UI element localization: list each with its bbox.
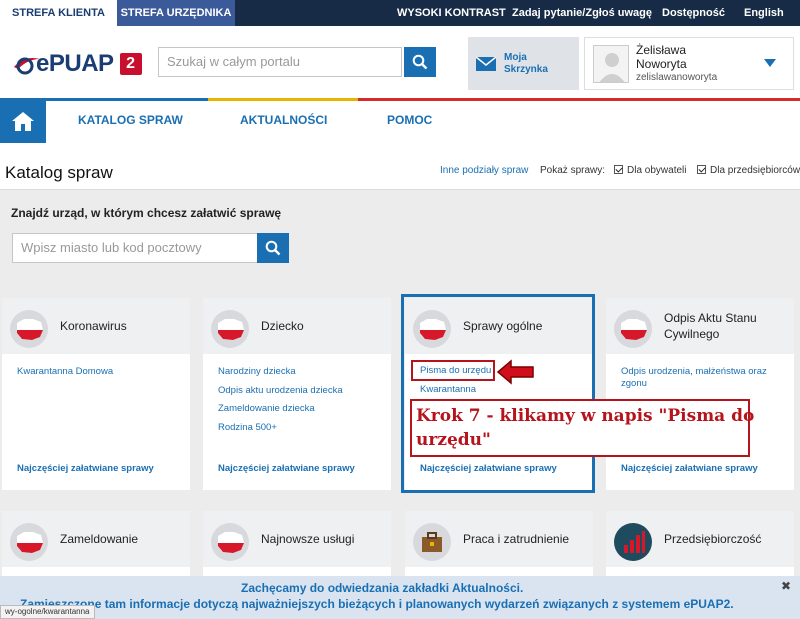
poland-map-icon	[211, 310, 249, 348]
card-title-line2: Cywilnego	[664, 327, 720, 341]
poland-map-icon	[211, 523, 249, 561]
card-title: Przedsiębiorczość	[664, 532, 762, 546]
link-ask-question[interactable]: Zadaj pytanie/Zgłoś uwagę	[512, 0, 652, 26]
card-title: Koronawirus	[60, 319, 127, 333]
card-title: Praca i zatrudnienie	[463, 532, 570, 546]
poland-map-icon	[614, 310, 652, 348]
mail-icon	[476, 56, 496, 71]
logo-text: ePUAP	[36, 50, 114, 77]
card-link[interactable]: Narodziny dziecka	[218, 366, 296, 377]
avatar-icon	[593, 45, 629, 83]
inbox-label-line1: Moja	[504, 51, 527, 63]
checkbox-checked-icon[interactable]	[614, 165, 623, 174]
show-cases-label: Pokaż sprawy:	[540, 165, 606, 176]
other-divisions-link[interactable]: Inne podziały spraw	[440, 165, 528, 176]
card-link[interactable]: Kwarantanna Domowa	[17, 366, 113, 377]
checkbox-checked-icon[interactable]	[697, 165, 706, 174]
inbox-label-line2: Skrzynka	[504, 63, 548, 75]
city-postcode-input[interactable]: Wpisz miasto lub kod pocztowy	[12, 233, 258, 263]
portal-search-input[interactable]: Szukaj w całym portalu	[158, 47, 402, 77]
my-inbox-button[interactable]: Moja Skrzynka	[468, 37, 579, 90]
nav-color-strip-blue	[46, 98, 208, 101]
nav-aktualnosci[interactable]: AKTUALNOŚCI	[240, 113, 327, 127]
user-login: zelislawanoworyta	[636, 72, 718, 83]
city-search-button[interactable]	[257, 233, 289, 263]
logo-badge: 2	[119, 53, 142, 75]
briefcase-icon	[413, 523, 451, 561]
red-arrow-icon	[496, 359, 534, 385]
link-accessibility[interactable]: Dostępność	[662, 0, 725, 26]
user-first-name: Żelisława	[636, 43, 687, 57]
card-link[interactable]: Rodzina 500+	[218, 422, 277, 433]
link-english[interactable]: English	[744, 0, 784, 26]
home-icon	[12, 111, 34, 131]
card-more-link[interactable]: Najczęściej załatwiane sprawy	[17, 463, 154, 474]
card-title: Najnowsze usługi	[261, 532, 355, 546]
search-icon	[265, 240, 281, 256]
nav-katalog-spraw[interactable]: KATALOG SPRAW	[78, 113, 183, 127]
card-dziecko[interactable]: Dziecko Narodziny dziecka Odpis aktu uro…	[203, 298, 391, 490]
user-menu[interactable]: Żelisława Noworyta zelislawanoworyta	[584, 37, 794, 90]
home-button[interactable]	[0, 98, 46, 143]
card-najnowsze-uslugi[interactable]: Najnowsze usługi	[203, 511, 391, 581]
find-office-label: Znajdź urząd, w którym chcesz załatwić s…	[11, 206, 282, 220]
card-title: Zameldowanie	[60, 532, 139, 546]
instruction-text-line2: urzędu"	[416, 430, 491, 450]
nav-pomoc[interactable]: POMOC	[387, 113, 432, 127]
card-more-link[interactable]: Najczęściej załatwiane sprawy	[621, 463, 758, 474]
card-odpis-aktu[interactable]: Odpis Aktu Stanu Cywilnego Odpis urodzen…	[606, 298, 794, 490]
banner-line1: Zachęcamy do odwiedzania zakładki Aktual…	[241, 581, 524, 595]
pisma-highlight-box	[411, 360, 495, 381]
card-title: Dziecko	[261, 319, 304, 333]
card-title-line1: Odpis Aktu Stanu	[664, 311, 757, 325]
card-link[interactable]: Zameldowanie dziecka	[218, 403, 315, 414]
nav-color-strip-red	[358, 98, 800, 101]
filter-citizens-label: Dla obywateli	[627, 165, 687, 176]
portal-search-button[interactable]	[404, 47, 436, 77]
tab-strefa-urzednika[interactable]: STREFA URZĘDNIKA	[117, 0, 235, 26]
card-koronawirus[interactable]: Koronawirus Kwarantanna Domowa Najczęści…	[2, 298, 190, 490]
user-last-name: Noworyta	[636, 57, 687, 71]
card-przedsiebiorczosc[interactable]: Przedsiębiorczość	[606, 511, 794, 581]
card-praca[interactable]: Praca i zatrudnienie	[405, 511, 593, 581]
filter-business[interactable]: Dla przedsiębiorców	[697, 165, 800, 176]
status-bar-url: wy-ogolne/kwarantanna	[0, 605, 95, 619]
card-link[interactable]: Odpis aktu urodzenia dziecka	[218, 385, 343, 396]
poland-map-icon	[10, 523, 48, 561]
nav-color-strip-yellow	[208, 98, 358, 101]
link-high-contrast[interactable]: WYSOKI KONTRAST	[397, 0, 506, 26]
filter-citizens[interactable]: Dla obywateli	[614, 165, 686, 176]
page-title: Katalog spraw	[5, 163, 113, 182]
bar-chart-icon	[614, 523, 652, 561]
card-zameldowanie[interactable]: Zameldowanie	[2, 511, 190, 581]
epuap-logo[interactable]: ePUAP 2	[12, 50, 142, 77]
card-link-line2[interactable]: zgonu	[621, 378, 647, 389]
filter-business-label: Dla przedsiębiorców	[710, 165, 800, 176]
search-icon	[412, 54, 428, 70]
tab-strefa-klienta[interactable]: STREFA KLIENTA	[0, 0, 117, 26]
caret-down-icon[interactable]	[763, 58, 777, 68]
instruction-text-line1: Krok 7 - klikamy w napis "Pisma do	[416, 406, 755, 426]
banner-line2: Zamieszczone tam informacje dotyczą najw…	[20, 597, 734, 611]
card-more-link[interactable]: Najczęściej załatwiane sprawy	[218, 463, 355, 474]
close-icon[interactable]: ✖	[781, 579, 791, 593]
highlight-frame	[401, 294, 595, 493]
poland-map-icon	[10, 310, 48, 348]
card-link-line1[interactable]: Odpis urodzenia, małżeństwa oraz	[621, 366, 767, 377]
